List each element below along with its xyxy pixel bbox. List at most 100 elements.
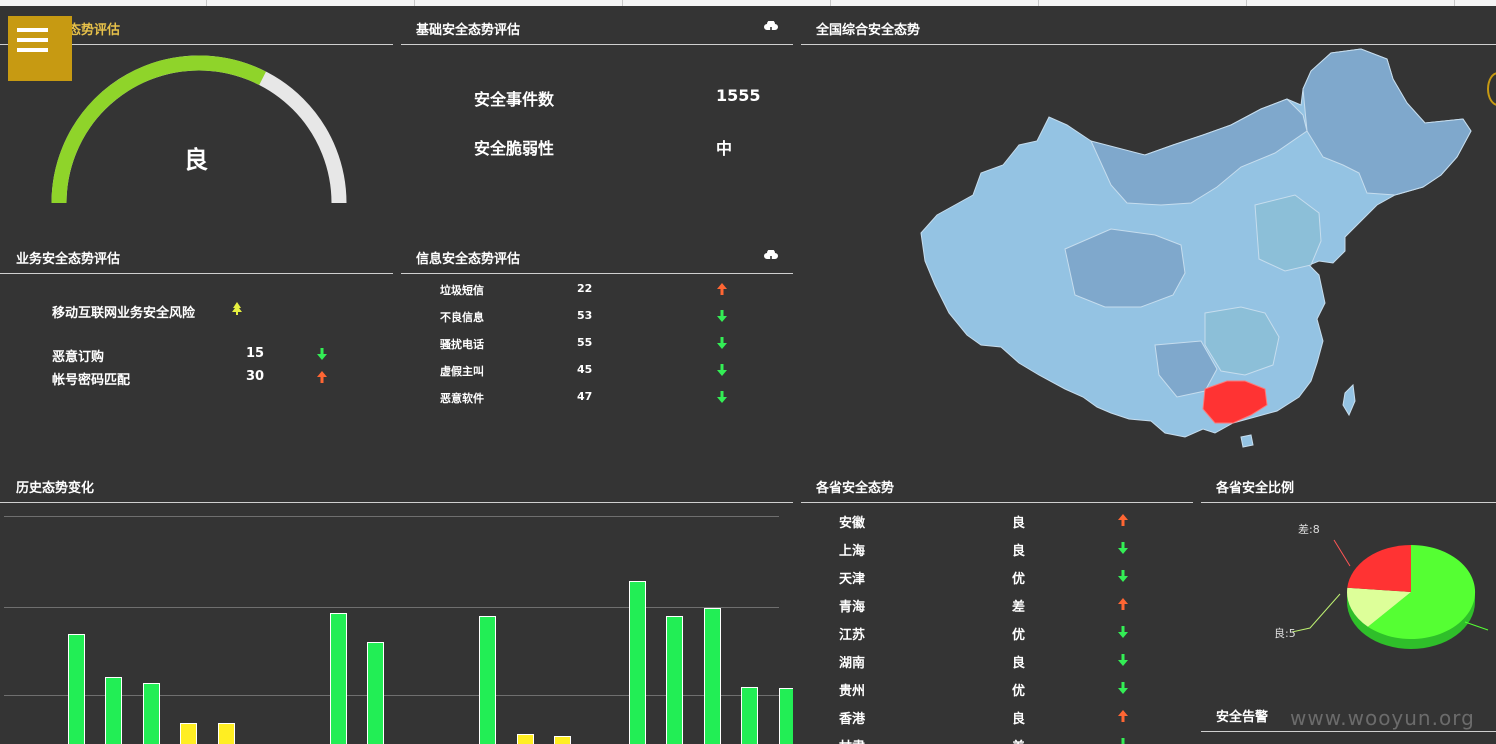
gridline: [4, 607, 779, 608]
bar[interactable]: [516, 733, 534, 744]
province-name: 甘肃: [839, 736, 865, 744]
basic-value-events: 1555: [716, 86, 761, 105]
ratio-rule: [1201, 502, 1496, 503]
province-level: 良: [1012, 656, 1026, 671]
tree-icon: [232, 302, 242, 315]
basic-title: 基础安全态势评估: [416, 23, 521, 38]
province-level: 优: [1012, 628, 1026, 643]
bar[interactable]: [703, 607, 721, 744]
business-row-1-label: 恶意订购: [52, 350, 105, 365]
province-level: 良: [1012, 544, 1026, 559]
info-row-5-label: 恶意软件: [440, 392, 484, 405]
side-handle[interactable]: [1487, 72, 1496, 106]
pie-leader-good: [1291, 593, 1341, 633]
national-title: 全国综合安全态势: [816, 23, 921, 38]
info-row-1-value: 22: [577, 282, 593, 295]
map-qinghai[interactable]: [1064, 228, 1186, 308]
basic-label-events: 安全事件数: [474, 90, 555, 109]
basic-value-vuln: 中: [716, 139, 733, 158]
info-title: 信息安全态势评估: [416, 252, 521, 267]
info-rule: [401, 273, 793, 274]
business-row-2-label: 帐号密码匹配: [52, 373, 131, 388]
province-name: 香港: [839, 712, 866, 727]
china-map[interactable]: [915, 45, 1480, 460]
history-title: 历史态势变化: [16, 481, 95, 496]
arrow-down-icon: [1118, 542, 1128, 554]
province-name: 江苏: [839, 628, 866, 643]
gridline: [4, 516, 779, 517]
pie-slice[interactable]: [1347, 545, 1411, 592]
business-title: 业务安全态势评估: [16, 252, 121, 267]
arrow-down-icon: [717, 391, 727, 403]
info-row-5-value: 47: [577, 390, 593, 403]
bar[interactable]: [68, 633, 85, 744]
info-row-3-label: 骚扰电话: [440, 338, 484, 351]
bar[interactable]: [554, 735, 572, 744]
province-level: 优: [1012, 684, 1026, 699]
cloud-download-icon[interactable]: [763, 250, 779, 264]
info-row-1-label: 垃圾短信: [440, 284, 484, 297]
info-row-4-label: 虚假主叫: [440, 365, 484, 378]
business-row-2-value: 30: [246, 369, 265, 384]
overall-gauge: [51, 55, 347, 204]
province-name: 天津: [839, 572, 866, 587]
business-rule: [0, 273, 393, 274]
bar[interactable]: [217, 723, 235, 744]
province-list: 安徽良上海良天津优青海差江苏优湖南良贵州优香港良甘肃差: [801, 503, 1193, 744]
gauge-label: 良: [184, 146, 208, 174]
province-level: 差: [1012, 736, 1025, 744]
arrow-down-icon: [717, 364, 727, 376]
arrow-up-icon: [317, 371, 327, 383]
province-name: 上海: [839, 544, 866, 559]
alerts-title: 安全告警: [1216, 710, 1269, 725]
arrow-down-icon: [1118, 682, 1128, 694]
ratio-title: 各省安全比例: [1216, 481, 1295, 496]
arrow-down-icon: [1118, 654, 1128, 666]
arrow-up-icon: [1118, 514, 1128, 526]
bar[interactable]: [105, 676, 123, 744]
top-strip: [0, 0, 1496, 6]
pie-label-bad: 差:8: [1298, 523, 1320, 536]
bar[interactable]: [741, 687, 759, 744]
map-taiwan[interactable]: [1342, 383, 1356, 417]
arrow-down-icon: [317, 348, 327, 360]
alerts-rule: [1201, 731, 1496, 732]
arrow-down-icon: [717, 310, 727, 322]
history-chart[interactable]: [0, 503, 793, 744]
bar[interactable]: [666, 616, 684, 744]
arrow-up-icon: [717, 283, 727, 295]
ratio-pie[interactable]: [1270, 520, 1496, 670]
watermark: www.wooyun.org: [1290, 706, 1475, 730]
bar[interactable]: [329, 613, 347, 744]
bar[interactable]: [629, 580, 646, 744]
pie-leader-bad: [1333, 539, 1351, 567]
province-name: 青海: [839, 600, 866, 615]
pie-label-good: 良:5: [1274, 627, 1296, 640]
basic-label-vuln: 安全脆弱性: [474, 139, 555, 158]
info-row-2-value: 53: [577, 309, 593, 322]
province-name: 贵州: [839, 684, 866, 699]
business-row-1-value: 15: [246, 346, 265, 361]
province-name: 安徽: [839, 516, 866, 531]
cloud-download-icon[interactable]: [763, 21, 779, 35]
arrow-down-icon: [1118, 570, 1128, 582]
province-level: 良: [1012, 516, 1026, 531]
arrow-down-icon: [1118, 626, 1128, 638]
bar[interactable]: [778, 688, 793, 744]
arrow-up-icon: [1118, 598, 1128, 610]
bar[interactable]: [479, 616, 497, 744]
province-level: 良: [1012, 712, 1026, 727]
arrow-down-icon: [1118, 738, 1128, 744]
gauge-track: [51, 55, 347, 204]
info-row-2-label: 不良信息: [440, 311, 484, 324]
info-row-4-value: 45: [577, 363, 593, 376]
arrow-down-icon: [717, 337, 727, 349]
bar[interactable]: [367, 642, 385, 744]
basic-rule: [401, 44, 793, 45]
pie-leader-excellent: [1464, 621, 1489, 631]
bar[interactable]: [180, 723, 198, 744]
info-row-3-value: 55: [577, 336, 593, 349]
bar[interactable]: [142, 683, 160, 744]
map-hainan[interactable]: [1240, 434, 1254, 448]
arrow-up-icon: [1118, 710, 1128, 722]
